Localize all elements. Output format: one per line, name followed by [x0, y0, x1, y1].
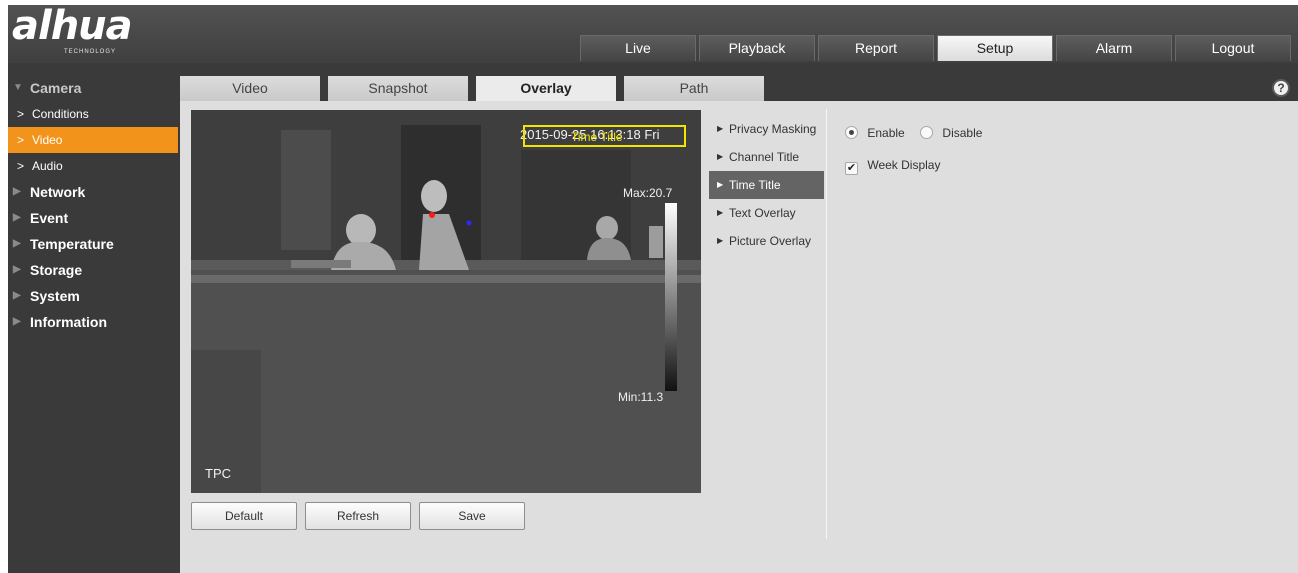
sidebar-subitem-audio[interactable]: > Audio: [8, 153, 180, 179]
triangle-right-icon: ▶: [13, 264, 21, 275]
overlay-menu-privacy-masking[interactable]: ▶ Privacy Masking: [709, 115, 824, 143]
sidebar-item-information[interactable]: ▶ Information: [8, 309, 180, 335]
arrow-right-icon: ▶: [717, 208, 724, 217]
sidebar-item-camera[interactable]: ▼ Camera: [8, 75, 180, 101]
subtab-path[interactable]: Path: [624, 76, 764, 101]
sidebar: ▼ Camera > Conditions > Video > Audio ▶ …: [8, 75, 180, 573]
week-display-checkbox[interactable]: ✔: [845, 162, 858, 175]
sidebar-item-label: Storage: [30, 262, 83, 278]
overlay-menu-text-overlay[interactable]: ▶ Text Overlay: [709, 199, 824, 227]
save-button[interactable]: Save: [419, 502, 525, 530]
tab-alarm[interactable]: Alarm: [1056, 35, 1172, 61]
sidebar-item-label: System: [30, 288, 80, 304]
disable-label: Disable: [942, 126, 983, 140]
overlay-menu-label: Channel Title: [729, 150, 800, 164]
brand-sub: TECHNOLOGY: [64, 49, 117, 55]
overlay-menu-label: Privacy Masking: [729, 122, 817, 136]
sidebar-subitem-video[interactable]: > Video: [8, 127, 178, 153]
arrow-right-icon: ▶: [717, 124, 724, 133]
app-window: alhua TECHNOLOGY Live Playback Report Se…: [8, 3, 1298, 573]
refresh-button[interactable]: Refresh: [305, 502, 411, 530]
min-temp-label: Min:11.3: [618, 390, 664, 404]
sidebar-item-label: Temperature: [30, 236, 114, 252]
default-button[interactable]: Default: [191, 502, 297, 530]
chevron-right-icon: >: [17, 133, 25, 147]
enable-radio[interactable]: [845, 126, 858, 139]
triangle-down-icon: ▼: [13, 82, 23, 93]
sidebar-item-network[interactable]: ▶ Network: [8, 179, 180, 205]
temperature-scale-bar: [665, 203, 677, 391]
triangle-right-icon: ▶: [13, 212, 21, 223]
sidebar-subitem-label: Audio: [32, 159, 63, 173]
arrow-right-icon: ▶: [717, 180, 724, 189]
overlay-menu-channel-title[interactable]: ▶ Channel Title: [709, 143, 824, 171]
subtab-bar: Video Snapshot Overlay Path ?: [180, 75, 1298, 101]
max-temp-label: Max:20.7: [623, 186, 673, 200]
subtab-overlay[interactable]: Overlay: [476, 76, 616, 101]
overlay-menu-picture-overlay[interactable]: ▶ Picture Overlay: [709, 227, 824, 255]
enable-label: Enable: [867, 126, 905, 140]
sidebar-subitem-conditions[interactable]: > Conditions: [8, 101, 180, 127]
arrow-right-icon: ▶: [717, 236, 724, 245]
subtab-video[interactable]: Video: [180, 76, 320, 101]
sidebar-item-event[interactable]: ▶ Event: [8, 205, 180, 231]
brand-name: alhua: [12, 3, 133, 49]
overlay-menu-label: Time Title: [729, 178, 781, 192]
header: alhua TECHNOLOGY Live Playback Report Se…: [8, 3, 1298, 63]
time-title-settings: Enable Disable ✔ Week Display: [845, 123, 1265, 175]
sidebar-item-label: Network: [30, 184, 86, 200]
triangle-right-icon: ▶: [13, 316, 21, 327]
sidebar-subitem-label: Conditions: [32, 107, 89, 121]
chevron-right-icon: >: [17, 159, 25, 173]
thermal-scene-image: [191, 110, 701, 493]
help-icon[interactable]: ?: [1272, 79, 1290, 97]
sidebar-item-temperature[interactable]: ▶ Temperature: [8, 231, 180, 257]
top-navigation: Live Playback Report Setup Alarm Logout: [580, 35, 1294, 61]
tab-logout[interactable]: Logout: [1175, 35, 1291, 61]
tab-report[interactable]: Report: [818, 35, 934, 61]
brand-logo: alhua TECHNOLOGY: [12, 3, 182, 59]
triangle-right-icon: ▶: [13, 238, 21, 249]
sidebar-item-system[interactable]: ▶ System: [8, 283, 180, 309]
arrow-right-icon: ▶: [717, 152, 724, 161]
disable-radio[interactable]: [920, 126, 934, 139]
enable-row: Enable Disable: [845, 123, 1265, 143]
vertical-divider: [826, 109, 827, 539]
tab-setup[interactable]: Setup: [937, 35, 1053, 61]
sidebar-item-label: Information: [30, 314, 107, 330]
subtab-snapshot[interactable]: Snapshot: [328, 76, 468, 101]
week-display-label: Week Display: [867, 158, 941, 172]
triangle-right-icon: ▶: [13, 290, 21, 301]
overlay-menu-label: Text Overlay: [729, 206, 796, 220]
time-title-box-label: Time Title: [571, 130, 623, 144]
video-preview[interactable]: 2015-09-25 16:13:18 Fri Time Title Max:2…: [191, 110, 701, 493]
week-display-row: ✔ Week Display: [845, 155, 1265, 175]
content-panel: Video Snapshot Overlay Path ? 2015-09-25…: [180, 75, 1298, 573]
channel-title-overlay: TPC: [205, 466, 231, 481]
triangle-right-icon: ▶: [13, 186, 21, 197]
chevron-right-icon: >: [17, 107, 25, 121]
overlay-menu: ▶ Privacy Masking ▶ Channel Title ▶ Time…: [709, 115, 824, 255]
sidebar-item-label: Event: [30, 210, 69, 226]
overlay-menu-time-title[interactable]: ▶ Time Title: [709, 171, 824, 199]
sidebar-item-storage[interactable]: ▶ Storage: [8, 257, 180, 283]
tab-playback[interactable]: Playback: [699, 35, 815, 61]
tab-live[interactable]: Live: [580, 35, 696, 61]
overlay-menu-label: Picture Overlay: [729, 234, 812, 248]
sidebar-subitem-label: Video: [32, 133, 63, 147]
sidebar-item-label: Camera: [30, 80, 82, 96]
